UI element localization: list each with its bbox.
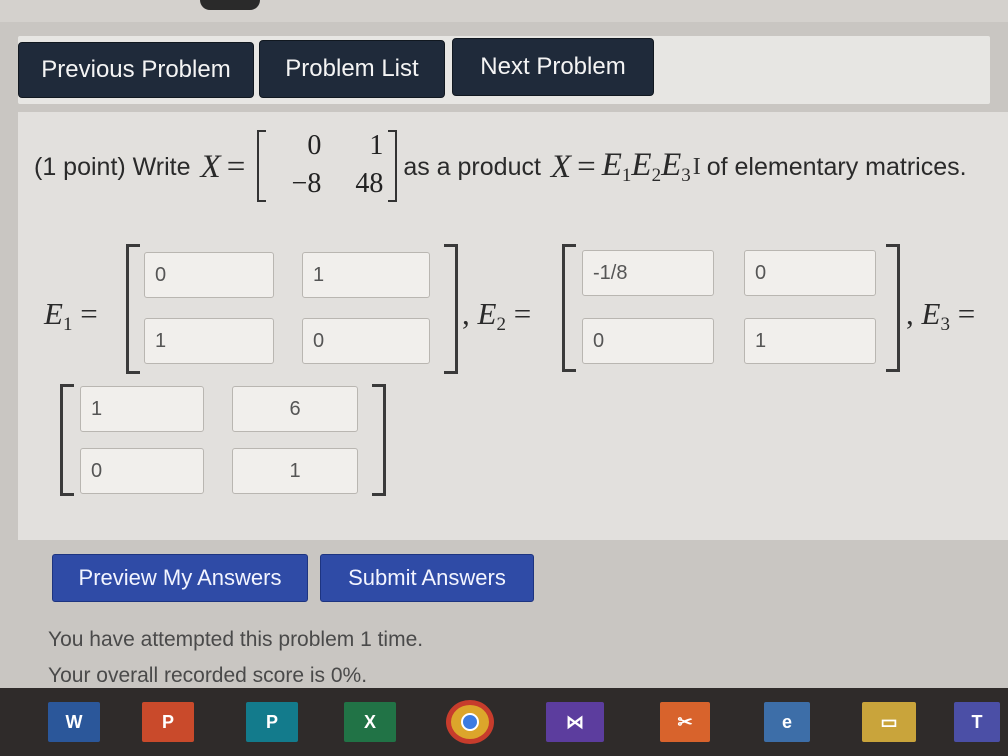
e2-input-r1c2[interactable]: 0	[744, 250, 876, 296]
excel-app-icon[interactable]: X	[344, 702, 396, 742]
e2-symbol: E2	[631, 147, 662, 186]
e1-right-bracket	[444, 244, 458, 374]
powerpoint-app-icon[interactable]: P	[142, 702, 194, 742]
file-explorer-icon[interactable]: ▭	[862, 702, 916, 742]
e1-label: E1 =	[44, 296, 98, 335]
e1-left-bracket	[126, 244, 140, 374]
e3-input-r1c1[interactable]: 1	[80, 386, 204, 432]
previous-problem-button[interactable]: Previous Problem	[18, 42, 254, 98]
e2-label: , E2 =	[462, 296, 532, 335]
x-matrix: 0 1 −8 48	[257, 130, 398, 204]
chrome-browser-icon[interactable]	[446, 700, 494, 744]
taskbar: W P P X ⋈ ✂ e ▭ T	[0, 688, 1008, 756]
e1-input-r2c2[interactable]: 0	[302, 318, 430, 364]
score-text: Your overall recorded score is 0%.	[48, 664, 368, 686]
text-cursor-icon: I	[692, 153, 701, 180]
equals-sign: =	[577, 148, 596, 185]
x-matrix-cell: 1	[369, 130, 384, 161]
e3-input-r1c2[interactable]: 6	[232, 386, 358, 432]
e2-input-r1c1[interactable]: -1/8	[582, 250, 714, 296]
x-matrix-cell: 48	[355, 168, 384, 199]
of-elementary-text: of elementary matrices.	[706, 152, 967, 181]
points-text: (1 point) Write	[34, 152, 191, 181]
e2-right-bracket	[886, 244, 900, 372]
x-variable: X	[550, 148, 572, 185]
e3-left-bracket	[60, 384, 74, 496]
e2-input-r2c1[interactable]: 0	[582, 318, 714, 364]
e2-left-bracket	[562, 244, 576, 372]
x-matrix-cell: −8	[291, 168, 322, 199]
problem-statement: (1 point) Write X = 0 1 −8 48 as a produ…	[34, 130, 967, 204]
e1-input-r1c1[interactable]: 0	[144, 252, 274, 298]
e3-input-r2c1[interactable]: 0	[80, 448, 204, 494]
e1-input-r2c1[interactable]: 1	[144, 318, 274, 364]
e3-symbol: E3	[661, 147, 691, 186]
preview-answers-button[interactable]: Preview My Answers	[52, 554, 308, 602]
equals-sign: =	[226, 148, 246, 185]
e1-symbol: E1	[601, 147, 632, 186]
e3-right-bracket	[372, 384, 386, 496]
x-variable: X	[200, 148, 221, 185]
e3-input-r2c2[interactable]: 1	[232, 448, 358, 494]
top-shape	[200, 0, 260, 10]
next-problem-button[interactable]: Next Problem	[452, 38, 654, 96]
visual-studio-icon[interactable]: ⋈	[546, 702, 604, 742]
submit-answers-button[interactable]: Submit Answers	[320, 554, 534, 602]
e2-input-r2c2[interactable]: 1	[744, 318, 876, 364]
browser-top-edge	[0, 0, 1008, 22]
problem-navigation-bar: Previous Problem Problem List Next Probl…	[18, 36, 990, 104]
teams-app-icon[interactable]: T	[954, 702, 1000, 742]
e3-label: , E3 =	[906, 296, 976, 335]
problem-list-button[interactable]: Problem List	[259, 40, 445, 98]
word-app-icon[interactable]: W	[48, 702, 100, 742]
snipping-tool-icon[interactable]: ✂	[660, 702, 710, 742]
as-product-text: as a product	[403, 152, 541, 181]
edge-browser-icon[interactable]: e	[764, 702, 810, 742]
e1-input-r1c2[interactable]: 1	[302, 252, 430, 298]
attempts-text: You have attempted this problem 1 time.	[48, 628, 424, 651]
x-matrix-cell: 0	[307, 130, 322, 161]
publisher-app-icon[interactable]: P	[246, 702, 298, 742]
